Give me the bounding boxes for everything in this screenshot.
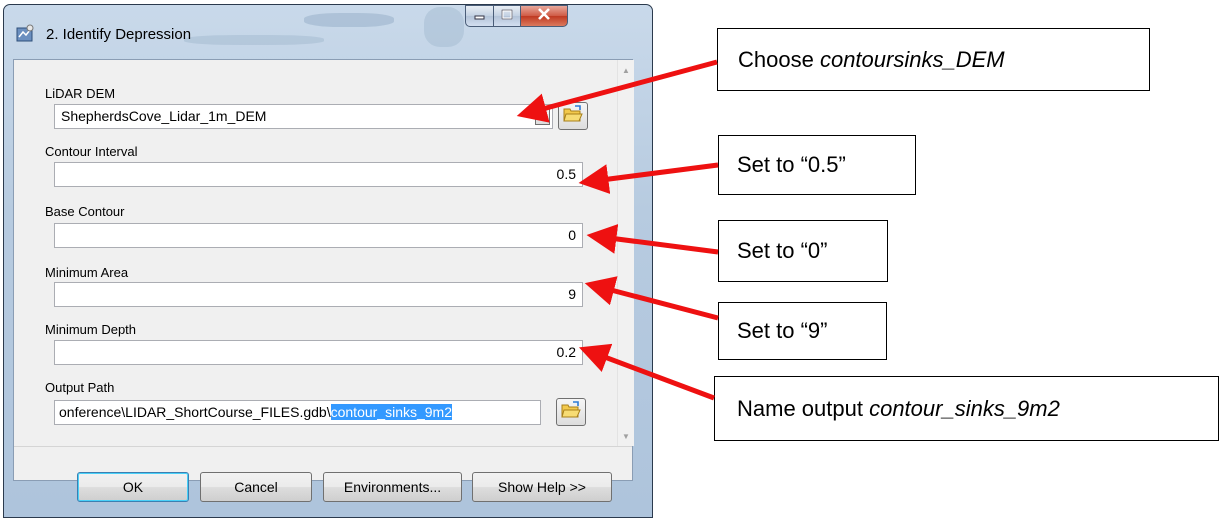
arrow-to-minimum-area (584, 276, 719, 321)
annotation-arrows (516, 59, 719, 401)
arrow-to-dem-dropdown (516, 59, 718, 123)
arrow-to-base-contour (586, 224, 719, 255)
arrow-to-output-path (578, 343, 715, 401)
arrow-to-contour-interval (578, 162, 719, 195)
